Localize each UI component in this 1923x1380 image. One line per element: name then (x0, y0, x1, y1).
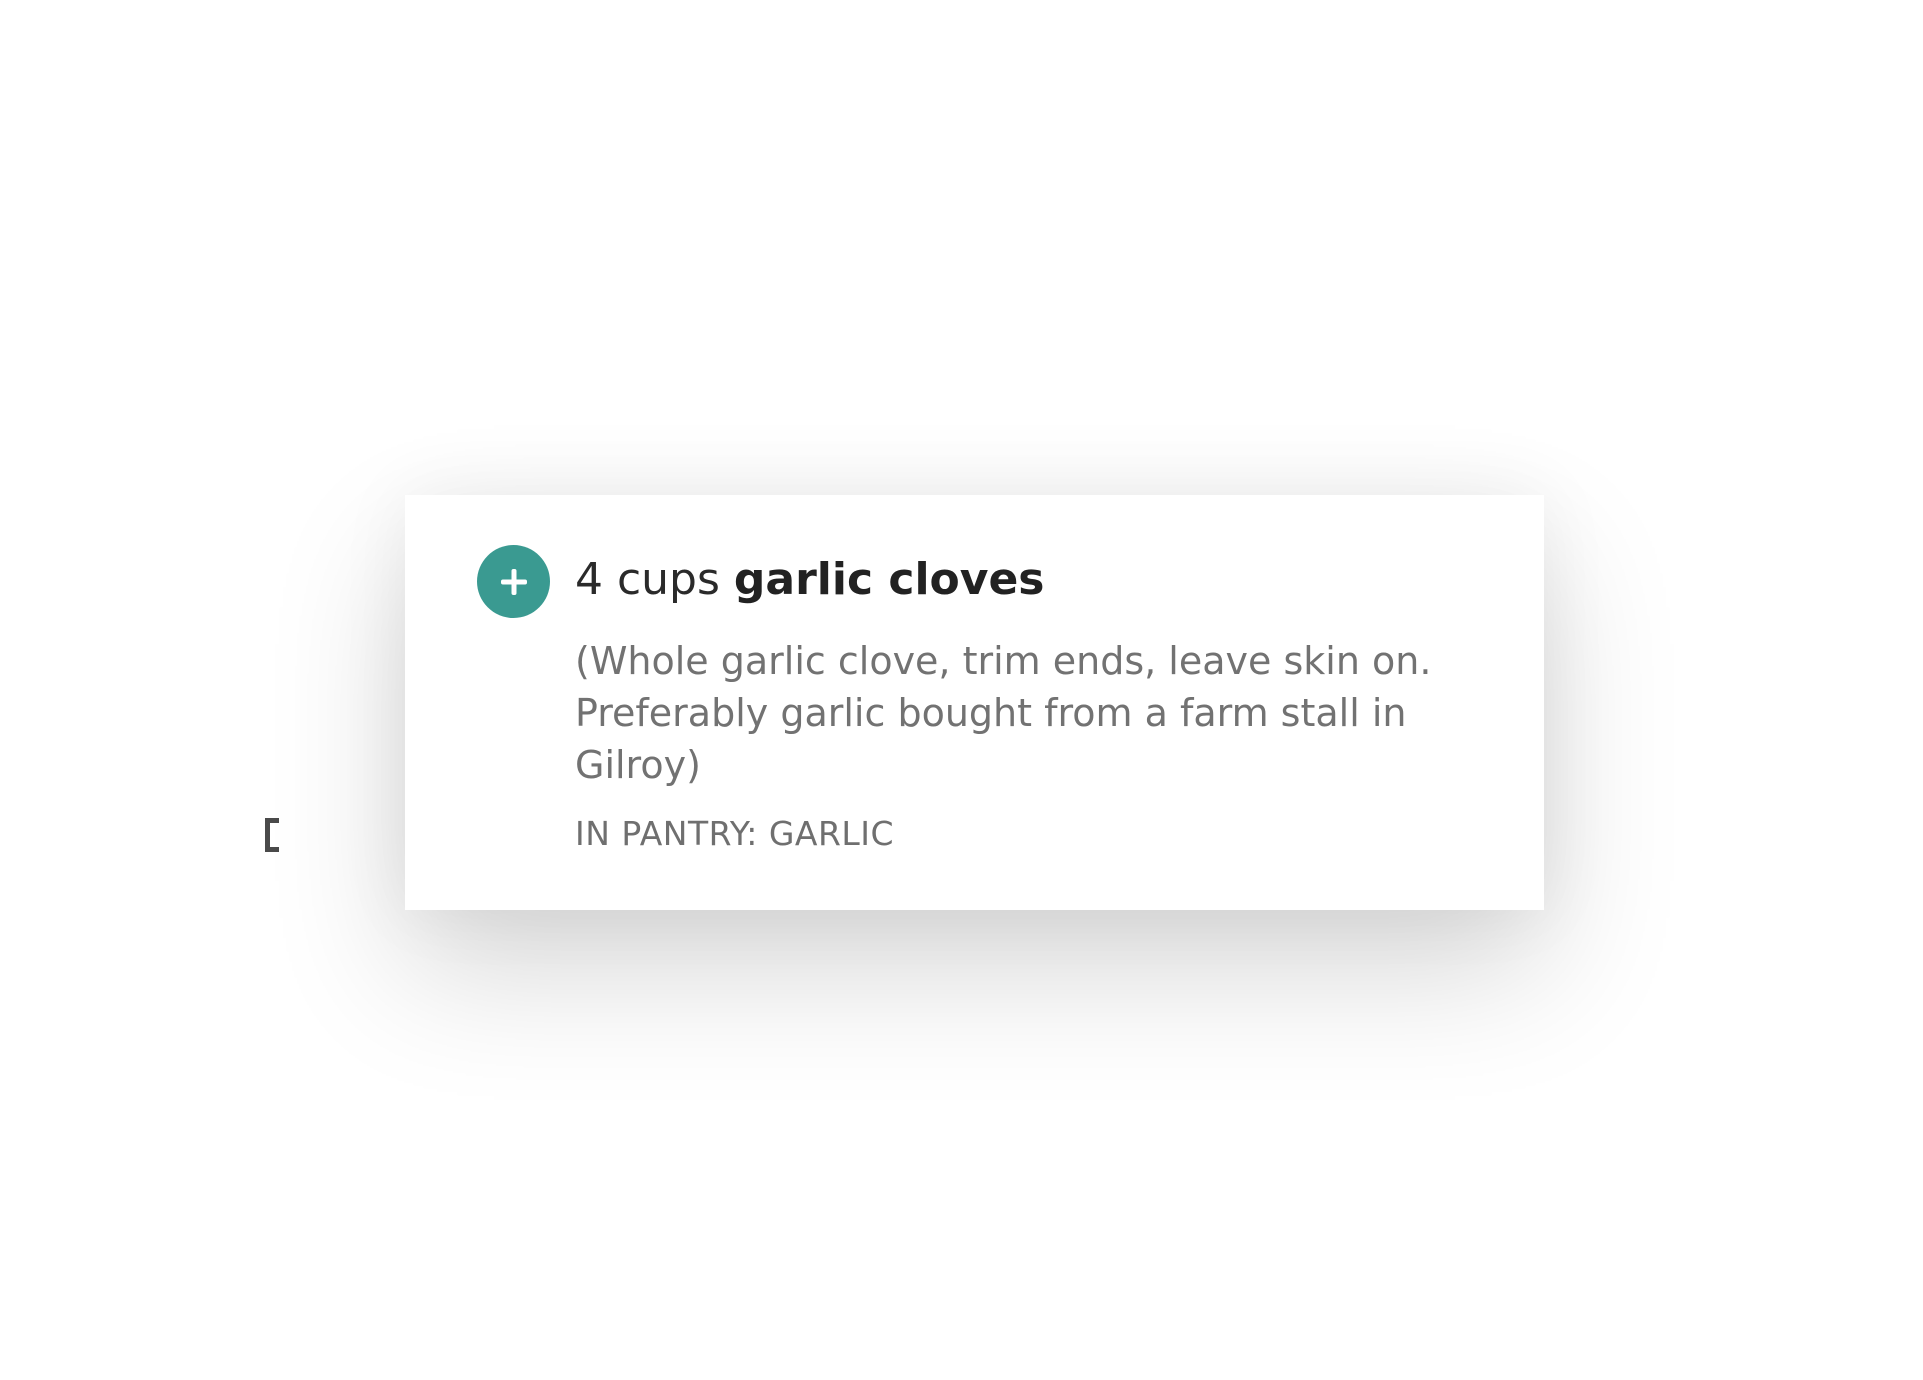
ingredient-name: garlic cloves (733, 553, 1045, 605)
plus-icon (500, 568, 527, 595)
partial-bracket-glyph (265, 818, 279, 852)
ingredient-card: 4 cups garlic cloves (Whole garlic clove… (405, 495, 1544, 910)
add-ingredient-button[interactable] (477, 545, 550, 618)
pantry-status: IN PANTRY: GARLIC (575, 814, 895, 853)
ingredient-note: (Whole garlic clove, trim ends, leave sk… (575, 639, 1432, 787)
page: 4 cups garlic cloves (Whole garlic clove… (0, 0, 1923, 1380)
ingredient-quantity: 4 cups (575, 553, 720, 605)
ingredient-line: 4 cups garlic cloves (575, 546, 1475, 612)
